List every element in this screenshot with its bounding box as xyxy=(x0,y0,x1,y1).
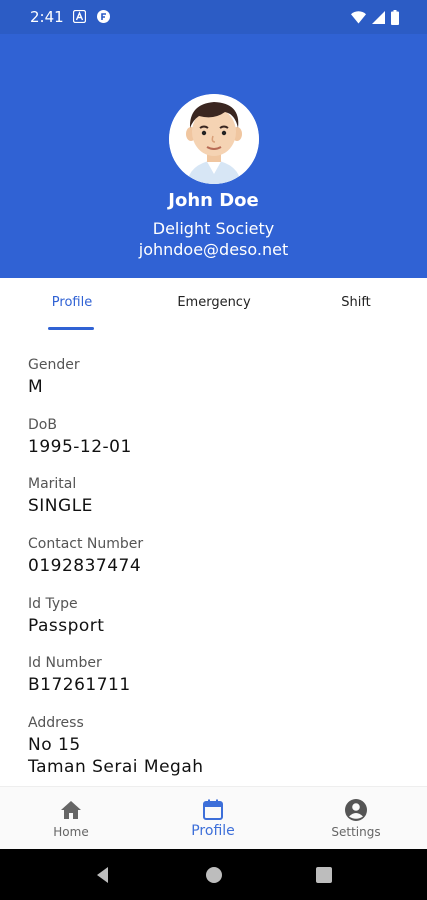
field-marital: Marital SINGLE xyxy=(28,475,93,517)
home-button-icon[interactable] xyxy=(204,865,224,885)
battery-icon xyxy=(391,9,399,25)
field-label: Address xyxy=(28,715,84,731)
tab-emergency[interactable]: Emergency xyxy=(164,295,264,310)
field-value: SINGLE xyxy=(28,496,93,516)
nav-settings[interactable]: Settings xyxy=(285,787,427,850)
nav-settings-label: Settings xyxy=(331,825,381,839)
active-tab-indicator xyxy=(48,327,94,330)
field-label: Id Number xyxy=(28,655,102,671)
field-label: Marital xyxy=(28,476,77,492)
recents-icon[interactable] xyxy=(314,865,334,885)
status-time: 2:41 xyxy=(30,8,64,26)
field-label: Gender xyxy=(28,357,80,373)
status-icons xyxy=(351,9,399,25)
field-label: Contact Number xyxy=(28,536,144,552)
field-id-type: Id Type Passport xyxy=(28,595,104,637)
profile-email: johndoe@deso.net xyxy=(138,240,289,259)
avatar-illustration xyxy=(169,94,259,184)
field-value: 0192837474 xyxy=(28,556,142,576)
calendar-icon xyxy=(203,799,223,820)
profile-header: John Doe Delight Society johndoe@deso.ne… xyxy=(0,34,427,278)
field-address: Address No 15 Taman Serai Megah xyxy=(28,714,204,778)
field-value: 1995-12-01 xyxy=(28,437,132,457)
profile-name: John Doe xyxy=(168,190,259,211)
notification-a-icon xyxy=(73,10,86,23)
avatar xyxy=(169,94,259,184)
field-label: Id Type xyxy=(28,596,78,612)
field-contact-number: Contact Number 0192837474 xyxy=(28,535,143,577)
back-icon[interactable] xyxy=(93,865,113,885)
bottom-navigation: Home Profile Settings xyxy=(0,786,427,850)
nav-profile[interactable]: Profile xyxy=(142,787,284,850)
tab-profile[interactable]: Profile xyxy=(40,295,104,310)
field-dob: DoB 1995-12-01 xyxy=(28,416,132,458)
field-value-line1: No 15 xyxy=(28,735,81,755)
notification-f-icon xyxy=(97,10,110,23)
field-value: Passport xyxy=(28,616,105,636)
field-value-line2: Taman Serai Megah xyxy=(28,757,204,777)
nav-home[interactable]: Home xyxy=(0,787,142,850)
wifi-icon xyxy=(351,10,366,23)
profile-organization: Delight Society xyxy=(152,219,275,238)
field-gender: Gender M xyxy=(28,356,80,398)
profile-details: Gender M DoB 1995-12-01 Marital SINGLE C… xyxy=(0,334,427,786)
field-value: M xyxy=(28,377,44,397)
status-bar: 2:41 xyxy=(0,0,427,34)
tab-shift[interactable]: Shift xyxy=(326,295,386,310)
nav-home-label: Home xyxy=(53,825,89,839)
field-id-number: Id Number B17261711 xyxy=(28,654,131,696)
home-icon xyxy=(61,801,81,819)
system-navigation-bar xyxy=(0,849,427,900)
nav-profile-label: Profile xyxy=(191,823,235,839)
field-label: DoB xyxy=(28,417,57,433)
account-circle-icon xyxy=(345,799,367,821)
tab-bar: Profile Emergency Shift xyxy=(0,278,427,332)
field-value: B17261711 xyxy=(28,675,131,695)
signal-icon xyxy=(372,10,385,24)
